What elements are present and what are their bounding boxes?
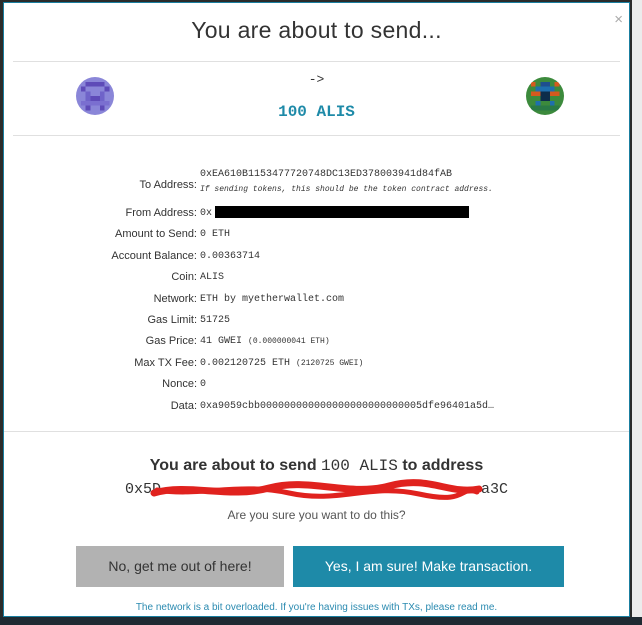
- confirm-amount: 100 ALIS: [321, 457, 398, 475]
- detail-value: 41 GWEI (0.000000041 ETH): [200, 331, 330, 352]
- detail-value: 0xEA610B1153477720748DC13ED378003941d84f…: [200, 167, 493, 197]
- from-address-value: 0x: [200, 208, 213, 219]
- gas-price-value: 41 GWEI: [200, 336, 243, 348]
- transaction-details: To Address: 0xEA610B1153477720748DC13ED3…: [4, 167, 631, 417]
- detail-value: ALIS: [200, 272, 225, 284]
- detail-row-gas-price: Gas Price: 41 GWEI (0.000000041 ETH): [4, 331, 631, 352]
- detail-label: Max TX Fee:: [134, 356, 197, 369]
- detail-label: Data:: [170, 399, 197, 412]
- detail-label: Account Balance:: [111, 249, 197, 262]
- detail-value: 0.00363714: [200, 250, 261, 262]
- detail-label: Nonce:: [162, 378, 197, 391]
- confirm-suffix: to address: [402, 457, 484, 474]
- detail-label: Coin:: [171, 271, 197, 284]
- network-notice-link[interactable]: The network is a bit overloaded. If you'…: [4, 602, 629, 613]
- detail-row-max-fee: Max TX Fee: 0.002120725 ETH (2120725 GWE…: [4, 353, 631, 374]
- to-address-value: 0xEA610B1153477720748DC13ED378003941d84f…: [200, 169, 453, 180]
- detail-row-coin: Coin: ALIS: [4, 267, 631, 288]
- confirm-question: Are you sure you want to do this?: [227, 508, 406, 522]
- detail-label: Gas Price:: [145, 335, 197, 348]
- confirm-address-end: a3C: [481, 481, 509, 498]
- max-fee-value: 0.002120725 ETH: [200, 357, 291, 369]
- max-fee-gwei: (2120725 GWEI): [296, 358, 364, 368]
- confirmation-heading: You are about to send 100 ALIS to addres…: [4, 457, 629, 475]
- detail-value: 0.002120725 ETH (2120725 GWEI): [200, 353, 363, 374]
- detail-value: 0 ETH: [200, 229, 231, 241]
- detail-value: 0xa9059cbb000000000000000000000000005dfe…: [200, 400, 495, 412]
- divider: [13, 135, 620, 136]
- detail-value: 0x: [200, 203, 470, 224]
- send-transaction-modal: × You are about to send... -> 100 ALIS T…: [3, 2, 630, 617]
- detail-row-from-address: From Address: 0x: [4, 203, 631, 224]
- divider: [4, 431, 629, 432]
- to-address-hint: If sending tokens, this should be the to…: [200, 185, 493, 194]
- to-identicon-icon: [526, 77, 564, 115]
- detail-row-nonce: Nonce: 0: [4, 374, 631, 395]
- cancel-button[interactable]: No, get me out of here!: [76, 546, 284, 587]
- detail-row-amount: Amount to Send: 0 ETH: [4, 224, 631, 245]
- detail-row-to-address: To Address: 0xEA610B1153477720748DC13ED3…: [4, 167, 631, 203]
- divider: [13, 61, 620, 62]
- modal-title: You are about to send...: [191, 17, 442, 43]
- detail-row-network: Network: ETH by myetherwallet.com: [4, 289, 631, 310]
- gas-price-eth: (0.000000041 ETH): [248, 337, 330, 347]
- detail-label: From Address:: [125, 207, 197, 219]
- detail-row-data: Data: 0xa9059cbb000000000000000000000000…: [4, 396, 631, 417]
- confirm-transaction-button[interactable]: Yes, I am sure! Make transaction.: [293, 546, 564, 587]
- detail-row-gas-limit: Gas Limit: 51725: [4, 310, 631, 331]
- detail-label: Amount to Send:: [115, 228, 197, 241]
- confirm-prefix: You are about to send: [149, 457, 317, 474]
- redaction-bar: [215, 206, 470, 219]
- detail-row-balance: Account Balance: 0.00363714: [4, 246, 631, 267]
- detail-value: 0: [200, 379, 207, 391]
- page-backdrop-strip: [0, 617, 642, 625]
- detail-label: Network:: [153, 292, 197, 305]
- detail-value: ETH by myetherwallet.com: [200, 293, 345, 305]
- detail-label: To Address:: [139, 179, 197, 191]
- detail-value: 51725: [200, 314, 231, 326]
- page-backdrop: [632, 0, 642, 625]
- detail-label: Gas Limit:: [147, 313, 197, 326]
- red-scribble-redaction: [150, 479, 483, 500]
